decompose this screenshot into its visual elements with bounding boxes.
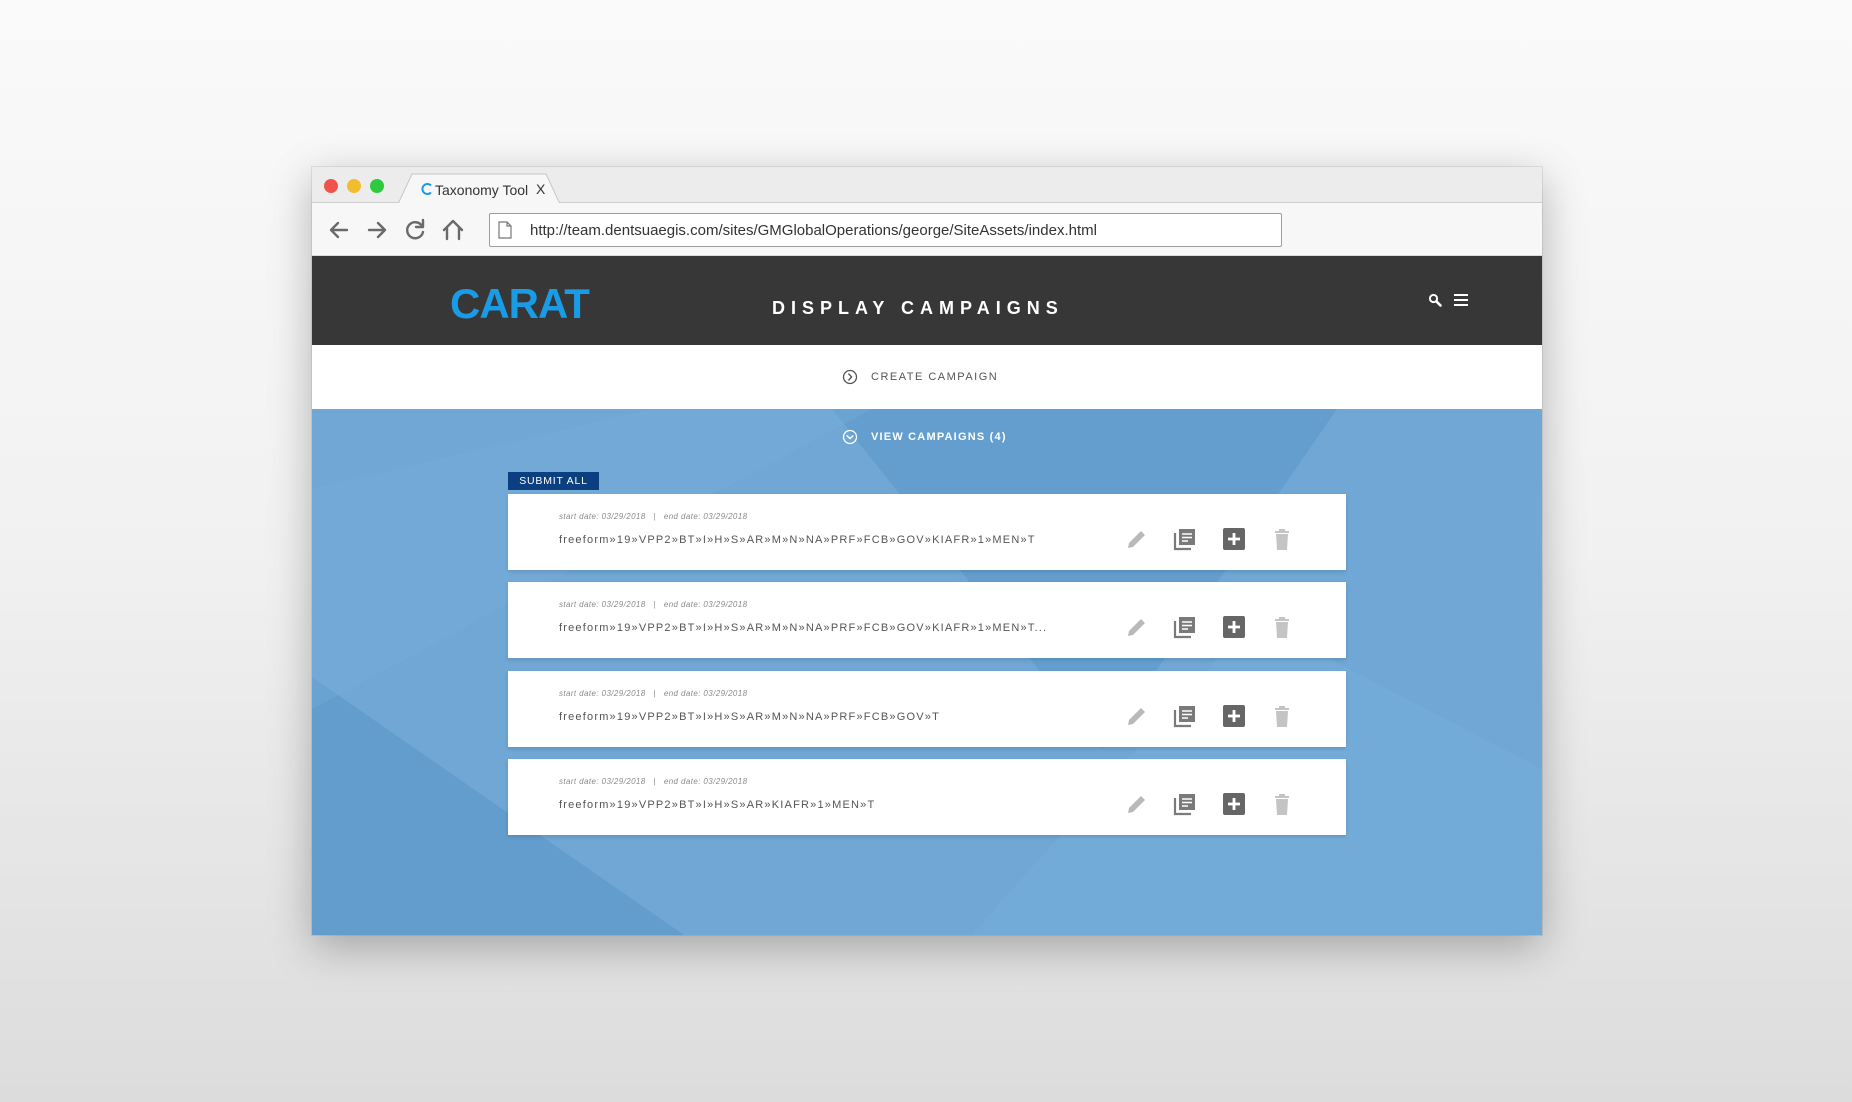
campaign-dates: start date: 03/29/2018 | end date: 03/29…	[559, 600, 748, 609]
campaign-dates: start date: 03/29/2018 | end date: 03/29…	[559, 689, 748, 698]
view-campaigns-button[interactable]: VIEW CAMPAIGNS (4)	[842, 429, 1007, 445]
campaign-name: freeform»19»VPP2»BT»I»H»S»AR»KIAFR»1»MEN…	[559, 799, 876, 811]
back-arrow-icon[interactable]	[326, 217, 352, 243]
submit-all-button[interactable]: SUBMIT ALL	[508, 472, 599, 490]
plus-box-icon[interactable]	[1221, 614, 1247, 640]
search-icon[interactable]	[1428, 293, 1442, 307]
minimize-window-button[interactable]	[347, 179, 361, 193]
close-window-button[interactable]	[324, 179, 338, 193]
create-campaign-label: CREATE CAMPAIGN	[871, 371, 999, 383]
carat-logo[interactable]: CARAT	[450, 280, 590, 328]
copy-icon[interactable]	[1172, 791, 1198, 817]
pencil-icon[interactable]	[1124, 614, 1150, 640]
pencil-icon[interactable]	[1124, 526, 1150, 552]
trash-icon[interactable]	[1269, 614, 1295, 640]
plus-box-icon[interactable]	[1221, 791, 1247, 817]
campaigns-panel: VIEW CAMPAIGNS (4) SUBMIT ALL start date…	[312, 409, 1542, 935]
copy-icon[interactable]	[1172, 703, 1198, 729]
favicon-icon	[421, 183, 432, 195]
campaign-name: freeform»19»VPP2»BT»I»H»S»AR»M»N»NA»PRF»…	[559, 622, 1048, 634]
campaign-name: freeform»19»VPP2»BT»I»H»S»AR»M»N»NA»PRF»…	[559, 711, 940, 723]
campaign-card: start date: 03/29/2018 | end date: 03/29…	[508, 759, 1346, 835]
copy-icon[interactable]	[1172, 526, 1198, 552]
maximize-window-button[interactable]	[370, 179, 384, 193]
reload-icon[interactable]	[402, 217, 428, 243]
browser-tab[interactable]: Taxonomy Tool X	[398, 173, 560, 204]
trash-icon[interactable]	[1269, 703, 1295, 729]
app-header: CARAT DISPLAY CAMPAIGNS	[312, 256, 1542, 345]
create-campaign-bar: CREATE CAMPAIGN	[312, 345, 1542, 409]
tab-strip: Taxonomy Tool X	[312, 167, 1542, 204]
home-icon[interactable]	[440, 217, 466, 243]
pencil-icon[interactable]	[1124, 703, 1150, 729]
chevron-down-circle-icon	[842, 429, 858, 445]
trash-icon[interactable]	[1269, 791, 1295, 817]
view-campaigns-label: VIEW CAMPAIGNS (4)	[871, 431, 1007, 443]
campaign-card: start date: 03/29/2018 | end date: 03/29…	[508, 582, 1346, 658]
trash-icon[interactable]	[1269, 526, 1295, 552]
plus-box-icon[interactable]	[1221, 526, 1247, 552]
tab-title: Taxonomy Tool	[435, 182, 529, 198]
campaign-dates: start date: 03/29/2018 | end date: 03/29…	[559, 777, 748, 786]
chevron-right-circle-icon	[842, 369, 858, 385]
campaign-dates: start date: 03/29/2018 | end date: 03/29…	[559, 512, 748, 521]
plus-box-icon[interactable]	[1221, 703, 1247, 729]
browser-window: Taxonomy Tool X http://team.dentsuaegis.…	[312, 167, 1542, 935]
page-icon	[498, 221, 512, 239]
url-bar[interactable]: http://team.dentsuaegis.com/sites/GMGlob…	[489, 213, 1282, 247]
campaign-name: freeform»19»VPP2»BT»I»H»S»AR»M»N»NA»PRF»…	[559, 534, 1036, 546]
hamburger-menu-icon[interactable]	[1453, 293, 1469, 307]
tab-close-button[interactable]: X	[536, 181, 545, 197]
browser-toolbar: http://team.dentsuaegis.com/sites/GMGlob…	[312, 203, 1542, 256]
copy-icon[interactable]	[1172, 614, 1198, 640]
campaign-card: start date: 03/29/2018 | end date: 03/29…	[508, 494, 1346, 570]
page-title: DISPLAY CAMPAIGNS	[772, 298, 1064, 318]
forward-arrow-icon[interactable]	[364, 217, 390, 243]
url-text: http://team.dentsuaegis.com/sites/GMGlob…	[530, 222, 1097, 239]
campaign-card: start date: 03/29/2018 | end date: 03/29…	[508, 671, 1346, 747]
pencil-icon[interactable]	[1124, 791, 1150, 817]
create-campaign-button[interactable]: CREATE CAMPAIGN	[842, 367, 998, 387]
